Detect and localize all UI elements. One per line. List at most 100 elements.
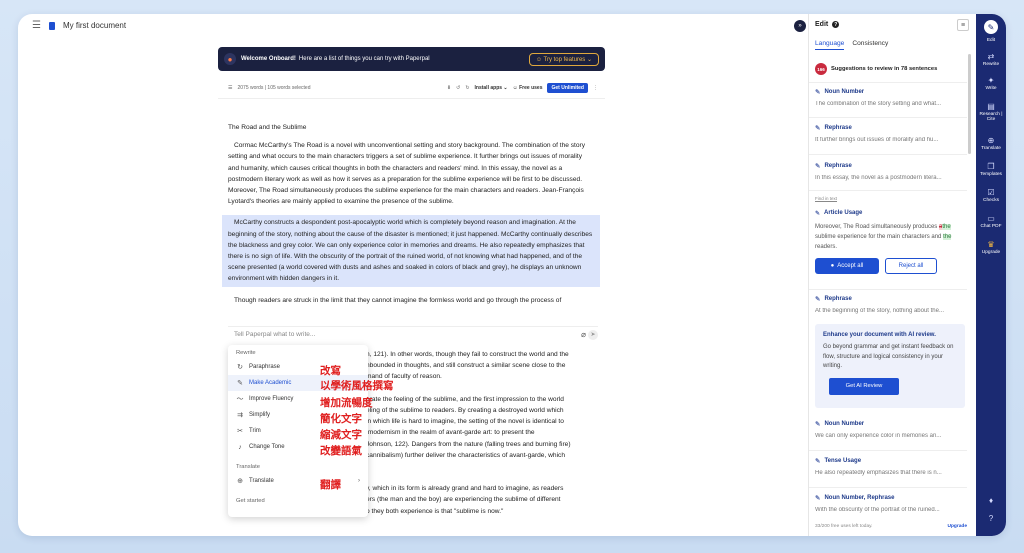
menu-label: Improve Fluency [249,396,294,402]
card-heading: Noun Number [824,89,865,95]
bell-icon[interactable]: ♦ [976,496,1006,506]
rail-label: Rewrite [982,62,1000,67]
wave-icon: 〜 [236,396,244,403]
more-icon[interactable]: ⋮ [593,85,598,91]
edit-panel: Edit? ≡ Language Consistency 166 Suggest… [808,14,976,536]
separator [809,117,967,118]
paragraph-3: Though readers are struck in the limit t… [234,296,562,304]
panel-header: Edit? [815,21,840,28]
cn-label-paraphrase: 改寫 [320,365,341,377]
list-icon[interactable]: ☰ [228,85,232,91]
undo-icon[interactable]: ↺ [456,85,460,91]
pen-icon: ✎ [815,89,821,96]
rail-chat-pdf[interactable]: ▭ Chat PDF [976,214,1006,229]
card-heading: Rephrase [824,163,852,169]
menu-section-get-started: Get started [236,498,265,504]
crown-icon: ♛ [987,240,995,249]
suggestion-card[interactable]: ✎ Noun Number We can only experience color… [815,420,967,439]
menu-label: Trim [249,428,261,434]
try-top-features-button[interactable]: ☺ Try top features ⌄ [528,52,599,66]
card-text: The combination of the story setting and… [815,101,942,107]
filter-icon[interactable]: ≡ [957,19,969,31]
document-body[interactable]: The Road and the Sublime Cormac McCarthy… [222,122,600,306]
accept-label: Accept all [837,263,864,269]
cn-label-simplify: 簡化文字 [320,413,362,425]
tab-language[interactable]: Language [815,40,845,50]
help-icon[interactable]: ? [832,21,840,28]
accept-all-button[interactable]: ● Accept all [815,258,879,274]
rail-label: Checks [983,198,999,203]
checklist-icon: ☑ [987,188,995,197]
behind-line: ers (the man and the boy) are experienci… [366,496,561,504]
reject-all-button[interactable]: Reject all [885,258,937,274]
help-glyph: ? [988,514,994,523]
get-unlimited-button[interactable]: Get Unlimited [547,83,588,93]
suggestion-card[interactable]: ✎ Rephrase In this essay, the novel as a p… [815,162,967,181]
menu-section-rewrite: Rewrite [236,350,256,356]
simplify-icon: ⇉ [237,412,243,419]
document-title[interactable]: My first document [63,21,126,30]
menu-item-translate[interactable]: ⊕ Translate › [228,473,368,489]
get-ai-review-button[interactable]: Get AI Review [829,377,899,395]
card-text: We can only experience color in memories… [815,433,942,439]
suggestion-card[interactable]: ✎ Noun Number The combination of the story… [815,88,967,107]
menu-label: Change Tone [249,444,285,450]
menu-icon[interactable]: ☰ [32,20,41,31]
document-icon [48,21,55,30]
menu-label: Paraphrase [249,364,281,370]
prompt-placeholder: Tell Paperpal what to write... [234,331,316,338]
cn-label-fluency: 增加流暢度 [320,397,373,409]
redo-icon[interactable]: ↻ [465,85,469,91]
separator [809,289,967,290]
cn-label-academic: 以學術風格撰寫 [320,380,394,392]
rail-upgrade[interactable]: ♛ Upgrade [976,240,1006,255]
suggestion-card[interactable]: ✎ Tense Usage He also repeatedly emphasize… [815,457,967,476]
pen-icon: ✎ [815,421,821,428]
free-uses: ☺ Free uses [512,85,543,91]
rail-templates[interactable]: ❐ Templates [976,162,1006,177]
pen-icon: ✎ [815,125,821,132]
suggestion-card[interactable]: ✎ Rephrase At the beginning of the story, … [815,295,967,314]
rail-edit[interactable]: Edit [976,38,1006,43]
suggestion-card[interactable]: ✎ Noun Number, Rephrase With the obscurity… [815,494,967,513]
cn-label-trim: 縮減文字 [320,429,362,441]
behind-line: cannibalism) further deliver the charact… [366,451,566,459]
upgrade-link[interactable]: Upgrade [948,524,967,529]
banner-bold: Welcome Onboard! [241,56,296,62]
suggestion-card[interactable]: ✎ Rephrase It further brings out issues of… [815,124,967,143]
paperpal-logo-icon[interactable]: ✎ [984,20,998,34]
menu-item-paraphrase[interactable]: ↻ Paraphrase [228,359,368,375]
behind-line: o they both experience is that "sublime … [366,507,504,515]
collapse-panel-button[interactable]: » [794,20,806,32]
menu-label: Simplify [249,412,271,418]
send-icon[interactable]: ➤ [588,329,598,340]
find-in-text-link[interactable]: Find in text [815,196,837,201]
card-heading: Article Usage [824,210,863,216]
help-icon[interactable]: ? [976,514,1006,524]
chat-icon: ▭ [987,214,995,223]
panel-title: Edit [815,21,829,28]
rail-research[interactable]: ▤ Research | Cite [976,102,1006,122]
behind-line: eling of the sublime to readers. By crea… [366,406,564,414]
pen-icon: ✎ [815,163,821,170]
tab-consistency[interactable]: Consistency [852,40,888,50]
rail-write[interactable]: ✦ Write [976,76,1006,91]
word-count: 2075 words | 105 words selected [237,85,311,91]
rewrite-icon: ⇄ [987,52,995,61]
article-pre: Moreover, The Road simultaneously produc… [815,224,938,230]
download-icon[interactable]: ⬇ [447,85,451,91]
rail-label: Chat PDF [980,224,1002,229]
rail-checks[interactable]: ☑ Checks [976,188,1006,203]
scrollbar[interactable] [968,54,971,154]
card-text: With the obscurity of the portrait of th… [815,507,940,513]
card-text: He also repeatedly emphasizes that there… [815,470,942,476]
chevron-right-icon: › [358,478,360,484]
try-label: Try top features [543,56,586,63]
rail-translate[interactable]: ⊕ Translate [976,136,1006,151]
suggestion-count-badge: 166 [815,63,827,75]
ai-prompt-input[interactable]: Tell Paperpal what to write... ⌀ ➤ [228,326,598,342]
article-usage-card[interactable]: ✎ Article Usage Moreover, The Road simult… [815,210,967,274]
rail-rewrite[interactable]: ⇄ Rewrite [976,52,1006,67]
attach-icon[interactable]: ⌀ [581,330,586,339]
install-apps-button[interactable]: Install apps ⌄ [475,85,508,91]
